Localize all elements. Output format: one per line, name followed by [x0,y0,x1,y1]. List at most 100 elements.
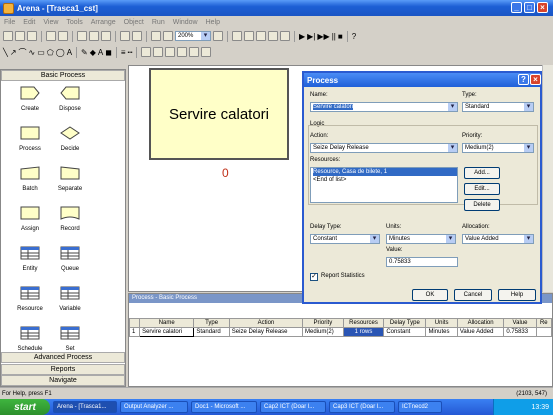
step-icon[interactable]: ▶| [307,32,315,41]
zoom-select[interactable]: 200% [175,31,211,41]
clock-icon[interactable] [141,47,152,57]
table-cell[interactable]: 1 [128,327,141,337]
text-color-icon[interactable]: A [98,48,103,57]
edit-button[interactable]: Edit... [464,183,500,195]
value-field[interactable]: 0.75833 [386,257,458,267]
table-cell[interactable]: Seize Delay Release [228,327,304,337]
background-color-icon[interactable]: ◼ [105,48,112,57]
copy-icon[interactable] [89,31,99,41]
table-cell[interactable]: 1 rows [342,327,385,337]
action-select[interactable]: Seize Delay Release [310,143,458,153]
queue-icon[interactable] [280,31,290,41]
table-cell[interactable]: Servire calatori [139,327,195,337]
plot-draw-icon[interactable] [189,47,200,57]
zoom-icon[interactable] [163,31,173,41]
layers-icon[interactable] [213,31,223,41]
minimize-icon[interactable]: _ [511,2,522,13]
redo-icon[interactable] [132,31,142,41]
menu-file[interactable]: File [0,19,19,26]
table-cell[interactable]: Standard [193,327,230,337]
ellipse-icon[interactable]: ◯ [56,48,65,57]
canvas-scrollbar[interactable] [542,65,553,292]
table-cell[interactable] [535,327,553,337]
task-cap3[interactable]: Cap3 ICT (Doar l... [329,401,395,413]
save-icon[interactable] [27,31,37,41]
close-icon[interactable]: × [537,2,548,13]
menu-window[interactable]: Window [169,19,202,26]
cancel-button[interactable]: Cancel [454,289,492,301]
animate-icon[interactable] [244,31,254,41]
stop-icon[interactable]: ■ [338,32,343,41]
queue-module[interactable]: Queue [43,246,97,272]
curve-icon[interactable]: ∿ [29,48,36,57]
line-icon[interactable]: ╲ [3,48,8,57]
delay-type-select[interactable]: Constant [310,234,380,244]
column-header[interactable]: Value [503,318,537,328]
context-help-icon[interactable]: ? [352,32,356,41]
dialog-help-icon[interactable]: ? [518,74,529,85]
line-width-icon[interactable]: ≡ [121,48,126,57]
maximize-icon[interactable]: □ [524,2,535,13]
menu-object[interactable]: Object [120,19,148,26]
column-header[interactable]: Name [139,318,195,328]
resource-list-item[interactable]: Resource, Casa de bilete, 1 [313,168,457,176]
add-button[interactable]: Add... [464,167,500,179]
help-button[interactable]: Help [498,289,536,301]
pause-icon[interactable]: || [332,32,336,41]
column-header[interactable]: Priority [302,318,344,328]
play-icon[interactable]: ▶ [299,32,305,41]
table-cell[interactable]: Minutes [425,327,458,337]
table-row[interactable]: 1 Servire calatori Standard Seize Delay Rel… [128,327,553,337]
rectangle-icon[interactable]: ▭ [37,48,45,57]
text-icon[interactable]: A [67,48,72,57]
paste-icon[interactable] [101,31,111,41]
name-field[interactable]: Servire calatori [310,102,458,112]
task-output-analyzer[interactable]: Output Analyzer ... [120,401,188,413]
allocation-select[interactable]: Value Added [462,234,534,244]
menu-help[interactable]: Help [202,19,224,26]
decide-module[interactable]: Decide [43,126,97,152]
histogram-icon[interactable] [268,31,278,41]
variable-icon[interactable] [165,47,176,57]
task-cap2[interactable]: Cap2 ICT (Doar l... [260,401,326,413]
histogram-draw-icon[interactable] [201,47,212,57]
print-icon[interactable] [46,31,56,41]
polyline-icon[interactable]: ↗ [10,48,17,57]
line-color-icon[interactable]: ✎ [81,48,88,57]
navigate-panel-header[interactable]: Navigate [1,375,125,386]
menu-tools[interactable]: Tools [62,19,86,26]
table-cell[interactable]: Medium(2) [302,327,344,337]
fast-forward-icon[interactable]: ▶▶ [317,32,329,41]
line-style-icon[interactable]: ┅ [128,48,133,57]
type-select[interactable]: Standard [462,102,534,112]
new-file-icon[interactable] [3,31,13,41]
task-doc1[interactable]: Doc1 - Microsoft ... [191,401,257,413]
advanced-process-panel-header[interactable]: Advanced Process [1,352,125,363]
dispose-module[interactable]: Dispose [43,86,97,112]
column-header[interactable]: Re [535,318,553,328]
resources-list[interactable]: Resource, Casa de bilete, 1 <End of list… [310,167,458,203]
table-cell[interactable]: Value Added [456,327,505,337]
table-cell[interactable]: 0.75833 [503,327,537,337]
column-header[interactable]: Action [228,318,304,328]
date-icon[interactable] [153,47,164,57]
record-module[interactable]: Record [43,206,97,232]
column-header[interactable]: Units [425,318,458,328]
column-header[interactable]: Allocation [456,318,505,328]
task-arena[interactable]: Arena - [Trasca1... [53,401,117,413]
menu-view[interactable]: View [39,19,62,26]
resource-list-end[interactable]: <End of list> [313,176,457,184]
cut-icon[interactable] [77,31,87,41]
basic-process-panel-header[interactable]: Basic Process [1,70,125,81]
undo-icon[interactable] [120,31,130,41]
column-header[interactable]: Resources [342,318,385,328]
column-header[interactable] [128,318,141,328]
level-icon[interactable] [177,47,188,57]
menu-run[interactable]: Run [148,19,169,26]
run-setup-icon[interactable] [232,31,242,41]
delete-button[interactable]: Delete [464,199,500,211]
polygon-icon[interactable]: ⬠ [47,48,54,57]
reports-panel-header[interactable]: Reports [1,364,125,375]
priority-select[interactable]: Medium(2) [462,143,534,153]
start-button[interactable]: start [0,399,50,415]
